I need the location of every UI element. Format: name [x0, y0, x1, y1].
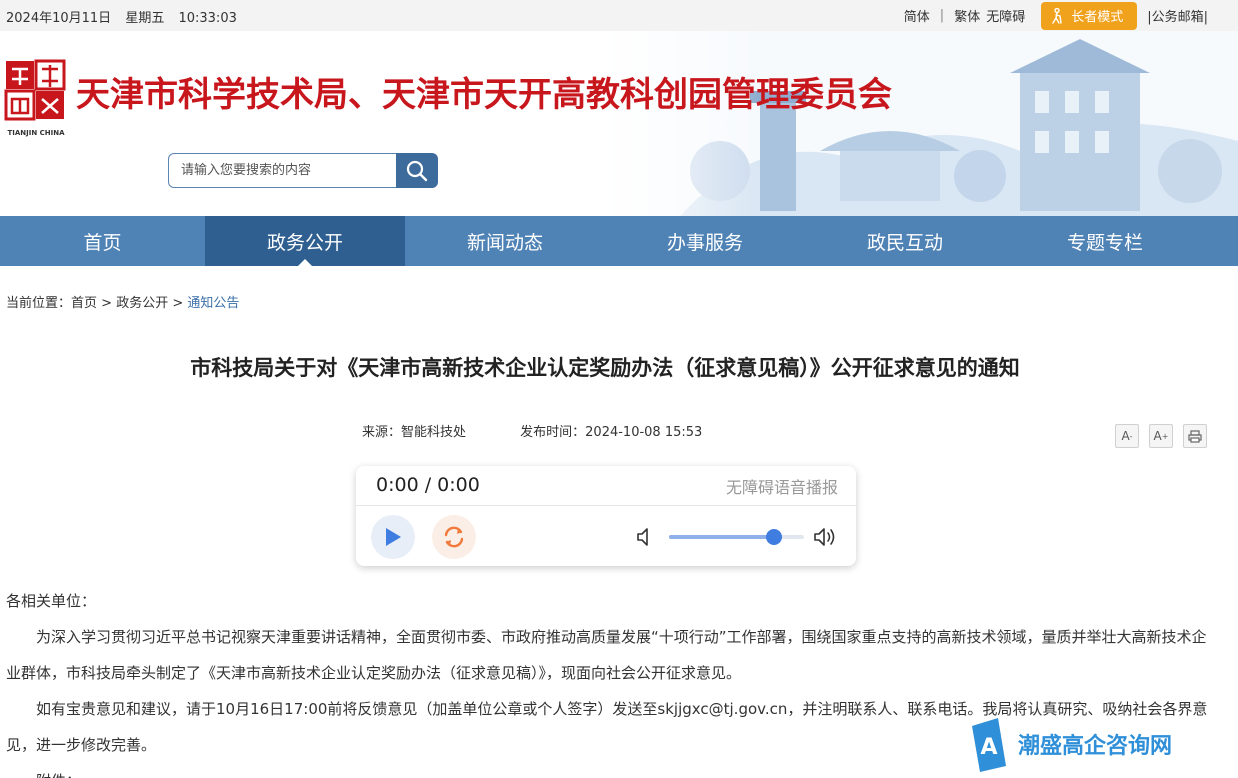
volume-low-icon[interactable] [636, 526, 654, 548]
date: 2024年10月11日 [6, 11, 112, 26]
nav-item-news[interactable]: 新闻动态 [405, 216, 605, 266]
logo-caption: TIANJIN CHINA [7, 129, 65, 137]
elder-icon [1052, 7, 1062, 24]
search-box [168, 153, 438, 188]
elder-mode-label: 长者模式 [1071, 10, 1124, 25]
breadcrumb: 当前位置：首页 > 政务公开 > 通知公告 [6, 292, 239, 311]
nav-item-home[interactable]: 首页 [0, 216, 205, 266]
search-button[interactable] [396, 153, 438, 188]
top-utility-bar: 2024年10月11日 星期五 10:33:03 简体 | 繁体 无障碍 长者模… [0, 0, 1238, 31]
weekday: 星期五 [125, 11, 165, 26]
elder-mode-button[interactable]: 长者模式 [1041, 1, 1138, 30]
play-icon [386, 528, 401, 546]
refresh-icon [444, 526, 464, 548]
font-increase-button[interactable]: A + [1149, 424, 1173, 448]
accessibility-link[interactable]: 无障碍 [986, 6, 1031, 25]
watermark-logo-icon: A [972, 718, 1006, 772]
article-greeting: 各相关单位： [6, 592, 97, 610]
breadcrumb-current[interactable]: 通知公告 [187, 296, 239, 311]
watermark: A 潮盛高企咨询网 [968, 716, 1172, 772]
breadcrumb-separator: > [101, 296, 113, 311]
svg-text:A: A [980, 735, 997, 760]
breadcrumb-prefix: 当前位置： [6, 296, 72, 311]
nav-item-interaction[interactable]: 政民互动 [805, 216, 1005, 266]
search-input[interactable] [168, 153, 396, 188]
player-label: 无障碍语音播报 [725, 478, 838, 497]
main-nav: 首页 政务公开 新闻动态 办事服务 政民互动 专题专栏 [0, 216, 1238, 266]
simplified-chinese-link[interactable]: 简体 [898, 6, 936, 25]
site-logo: TIANJIN CHINA [4, 59, 66, 137]
banner-illustration [600, 31, 1238, 216]
replay-button[interactable] [432, 515, 476, 559]
traditional-chinese-link[interactable]: 繁体 [948, 6, 986, 25]
article-meta: 来源：智能科技处 发布时间：2024-10-08 15:53 [362, 421, 752, 440]
article-source: 来源：智能科技处 [362, 425, 467, 440]
player-divider [356, 505, 856, 506]
audio-player: 0:00 / 0:00 无障碍语音播报 [356, 466, 856, 566]
volume-slider[interactable] [669, 529, 804, 545]
player-time: 0:00 / 0:00 [376, 474, 480, 496]
watermark-text: 潮盛高企咨询网 [1018, 733, 1173, 759]
nav-item-government-affairs[interactable]: 政务公开 [205, 216, 405, 266]
site-header: TIANJIN CHINA 天津市科学技术局、天津市天开高教科创园管理委员会 [0, 31, 1238, 216]
breadcrumb-home[interactable]: 首页 [71, 296, 97, 311]
play-button[interactable] [371, 515, 415, 559]
search-icon [406, 160, 428, 181]
article-title: 市科技局关于对《天津市高新技术企业认定奖励办法（征求意见稿）》公开征求意见的通知 [190, 356, 1020, 380]
article-publish-time: 发布时间：2024-10-08 15:53 [520, 425, 703, 440]
clock: 10:33:03 [178, 11, 237, 26]
date-time: 2024年10月11日 星期五 10:33:03 [6, 7, 247, 26]
nav-item-services[interactable]: 办事服务 [605, 216, 805, 266]
separator: | [939, 8, 945, 23]
volume-fill [669, 535, 775, 539]
volume-knob[interactable] [766, 529, 783, 545]
print-icon [1188, 429, 1202, 443]
volume-high-icon[interactable] [813, 525, 839, 549]
font-decrease-button[interactable]: A- [1115, 424, 1139, 448]
breadcrumb-separator: > [172, 296, 184, 311]
print-button[interactable] [1183, 424, 1207, 448]
breadcrumb-government-affairs[interactable]: 政务公开 [116, 296, 168, 311]
article-tools: A- A + [1115, 424, 1207, 448]
site-title: 天津市科学技术局、天津市天开高教科创园管理委员会 [76, 75, 892, 115]
nav-item-topics[interactable]: 专题专栏 [1005, 216, 1205, 266]
article-paragraph: 为深入学习贯彻习近平总书记视察天津重要讲话精神，全面贯彻市委、市政府推动高质量发… [6, 628, 1207, 682]
official-mailbox-link[interactable]: |公务邮箱| [1147, 6, 1208, 25]
